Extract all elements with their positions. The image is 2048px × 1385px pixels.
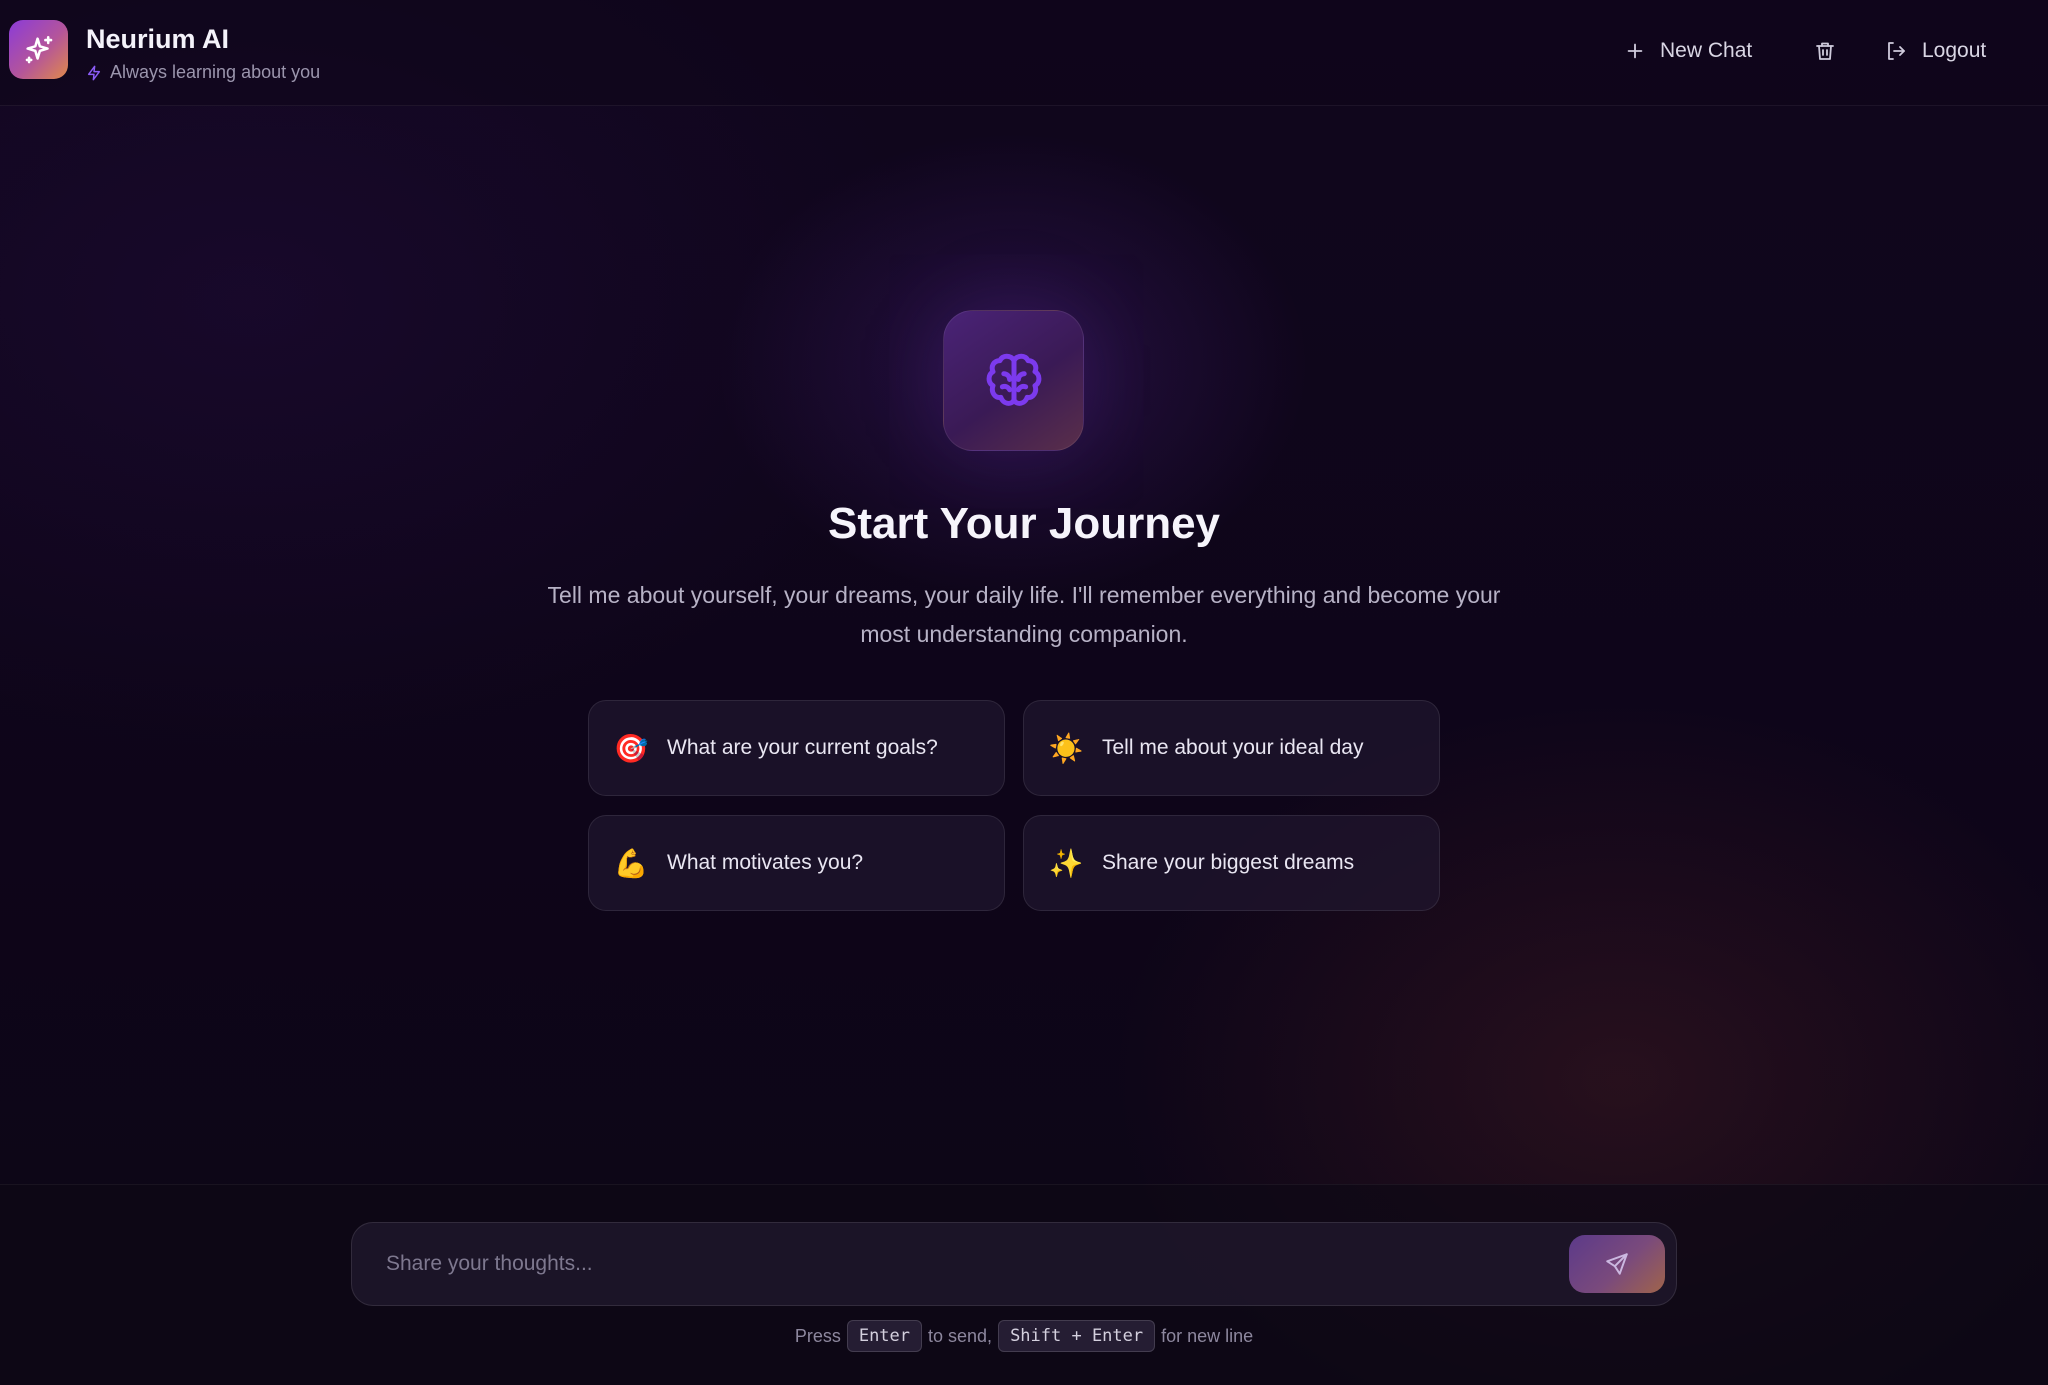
plus-icon [1627,43,1643,59]
suggestion-card-dreams[interactable]: ✨ Share your biggest dreams [1023,815,1440,911]
shift-enter-key: Shift + Enter [998,1320,1156,1352]
suggestion-card-ideal-day[interactable]: ☀️ Tell me about your ideal day [1023,700,1440,796]
enter-key: Enter [846,1320,923,1352]
message-composer [351,1222,1677,1306]
hint-new-line: for new line [1161,1325,1254,1346]
send-button[interactable] [1569,1235,1665,1293]
hero-icon-tile [943,310,1084,451]
new-chat-button[interactable]: New Chat [1624,33,1752,69]
hero-description: Tell me about yourself, your dreams, you… [547,582,1501,647]
brand-subtitle: Always learning about you [86,62,320,83]
hint-to-send: to send, [928,1325,993,1346]
trash-icon [1816,42,1834,60]
sun-icon: ☀️ [1048,732,1084,764]
logout-label: Logout [1922,39,1987,62]
hint-press: Press [794,1325,841,1346]
brand-subtitle-text: Always learning about you [110,62,321,82]
brand-title: Neurium AI [86,24,230,54]
suggestion-card-motivation[interactable]: 💪 What motivates you? [588,815,1005,911]
flexed-biceps-icon: 💪 [613,847,649,879]
target-icon: 🎯 [613,732,649,764]
sparkles-emoji-icon: ✨ [1048,847,1084,879]
message-input[interactable] [386,1223,1566,1305]
send-icon [1606,1253,1628,1275]
new-chat-label: New Chat [1660,39,1753,62]
zap-icon [87,65,101,80]
chat-main: Start Your Journey Tell me about yoursel… [0,106,2048,1184]
logout-button[interactable]: Logout [1884,33,1986,69]
hero-title: Start Your Journey [827,499,1221,548]
app-header: Neurium AI Always learning about you New… [0,0,2048,106]
suggestion-card-goals[interactable]: 🎯 What are your current goals? [588,700,1005,796]
composer-footer: Press Enter to send, Shift + Enter for n… [0,1184,2048,1385]
brain-icon [986,353,1041,406]
sparkles-icon [25,35,52,63]
delete-chat-button[interactable] [1813,33,1837,69]
suggestion-label: What are your current goals? [667,736,938,759]
keyboard-hint: Press Enter to send, Shift + Enter for n… [0,1320,2048,1352]
suggestion-label: What motivates you? [667,851,864,874]
suggestion-label: Tell me about your ideal day [1102,736,1364,759]
logo-tile [9,20,68,79]
suggestion-label: Share your biggest dreams [1102,851,1355,874]
logout-icon [1888,42,1905,60]
